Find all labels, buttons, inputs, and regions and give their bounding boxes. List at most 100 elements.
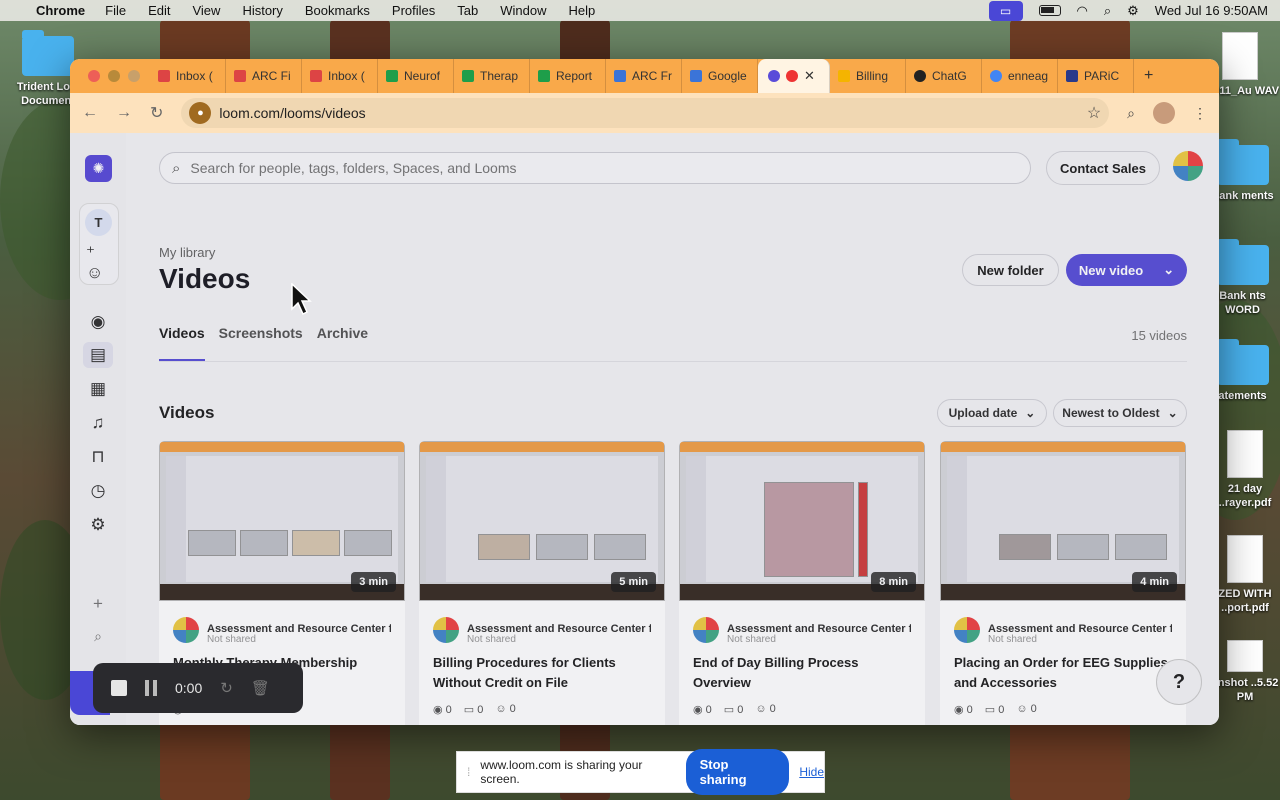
pause-recording-icon[interactable] bbox=[145, 680, 157, 696]
search-icon[interactable]: ⌕ bbox=[86, 624, 110, 648]
smile-icon: ☺ bbox=[755, 703, 770, 715]
video-thumbnail[interactable]: 5 min bbox=[419, 441, 665, 601]
delete-recording-icon[interactable]: 🗑 bbox=[251, 679, 270, 697]
menubar-app-name[interactable]: Chrome bbox=[36, 3, 85, 18]
more-menu-icon[interactable]: ⋮ bbox=[1193, 105, 1207, 122]
battery-icon[interactable] bbox=[1038, 5, 1061, 16]
share-status[interactable]: Not shared bbox=[727, 634, 776, 645]
bookmark-star-icon[interactable]: ☆ bbox=[1087, 103, 1101, 123]
profile-avatar-icon[interactable] bbox=[1153, 102, 1175, 124]
browser-tab[interactable]: Billing bbox=[830, 59, 906, 93]
settings-gear-icon[interactable]: ⚙ bbox=[86, 513, 110, 537]
sort-order-dropdown[interactable]: Newest to Oldest ⌄ bbox=[1053, 399, 1187, 427]
control-center-icon[interactable]: ⚙ bbox=[1127, 3, 1139, 19]
video-card[interactable]: 4 min Assessment and Resource Center f N… bbox=[940, 441, 1186, 725]
video-title[interactable]: Placing an Order for EEG Supplies and Ac… bbox=[954, 653, 1174, 693]
share-status[interactable]: Not shared bbox=[467, 634, 516, 645]
zoom-window-icon[interactable] bbox=[128, 70, 140, 82]
video-duration: 4 min bbox=[1132, 572, 1177, 592]
org-avatar[interactable] bbox=[1173, 151, 1203, 181]
back-arrow-icon[interactable]: ← bbox=[82, 104, 98, 122]
browser-tab[interactable]: Inbox ( bbox=[150, 59, 226, 93]
video-card[interactable]: 8 min Assessment and Resource Center f N… bbox=[679, 441, 925, 725]
video-thumbnail[interactable]: 3 min bbox=[159, 441, 405, 601]
microphone-icon[interactable]: ● bbox=[189, 102, 212, 124]
menubar-history[interactable]: History bbox=[242, 3, 282, 18]
browser-tab[interactable]: ChatG bbox=[906, 59, 982, 93]
new-folder-button[interactable]: New folder bbox=[962, 254, 1059, 286]
video-thumbnail[interactable]: 4 min bbox=[940, 441, 1186, 601]
bell-icon[interactable]: ♫ bbox=[86, 411, 110, 435]
forward-arrow-icon[interactable]: → bbox=[116, 104, 132, 122]
add-icon[interactable]: + bbox=[86, 592, 110, 616]
tab-screenshots[interactable]: Screenshots bbox=[219, 325, 303, 362]
browser-tab[interactable]: ARC Fr bbox=[606, 59, 682, 93]
stop-recording-icon[interactable] bbox=[111, 680, 127, 696]
pdf-file-icon bbox=[1227, 535, 1263, 583]
minimize-window-icon[interactable] bbox=[108, 70, 120, 82]
stop-sharing-button[interactable]: Stop sharing bbox=[685, 749, 790, 795]
help-button[interactable]: ? bbox=[1156, 659, 1202, 705]
browser-tab[interactable]: ARC Fi bbox=[226, 59, 302, 93]
address-bar[interactable]: ● loom.com/looms/videos ☆ bbox=[181, 98, 1110, 128]
browser-tab[interactable]: Google bbox=[682, 59, 758, 93]
browser-tab-active[interactable]: ✕ bbox=[758, 59, 830, 93]
chrome-window: Inbox ( ARC Fi Inbox ( Neurof Therap Rep… bbox=[70, 59, 1219, 725]
library-icon[interactable]: ▤ bbox=[83, 342, 113, 368]
close-window-icon[interactable] bbox=[88, 70, 100, 82]
wifi-icon[interactable]: ◠ bbox=[1077, 3, 1088, 19]
menubar-help[interactable]: Help bbox=[569, 3, 596, 18]
tab-archive[interactable]: Archive bbox=[317, 325, 368, 362]
billing-icon bbox=[838, 70, 850, 82]
menubar-tab[interactable]: Tab bbox=[457, 3, 478, 18]
browser-tab[interactable]: Therap bbox=[454, 59, 530, 93]
menubar-profiles[interactable]: Profiles bbox=[392, 3, 435, 18]
desktop-icon-label: atements bbox=[1218, 390, 1267, 402]
menubar-view[interactable]: View bbox=[192, 3, 220, 18]
loom-logo-icon[interactable]: ✺ bbox=[85, 155, 112, 182]
new-tab-button[interactable]: + bbox=[1134, 67, 1163, 85]
menubar-window[interactable]: Window bbox=[500, 3, 546, 18]
menubar-clock[interactable]: Wed Jul 16 9:50AM bbox=[1155, 3, 1268, 18]
desktop-file-report-pdf[interactable]: ZED WITH ..port.pdf bbox=[1210, 535, 1280, 615]
calendar-icon[interactable]: ▦ bbox=[86, 377, 110, 401]
clock-icon[interactable]: ◷ bbox=[86, 479, 110, 503]
profile-icon[interactable]: ◉ bbox=[86, 310, 110, 334]
video-card[interactable]: 5 min Assessment and Resource Center f N… bbox=[419, 441, 665, 725]
bookmark-icon[interactable]: ⊓ bbox=[86, 445, 110, 469]
browser-tab[interactable]: enneag bbox=[982, 59, 1058, 93]
hide-banner-link[interactable]: Hide bbox=[799, 765, 824, 779]
restart-recording-icon[interactable]: ↻ bbox=[220, 679, 233, 697]
lens-search-icon[interactable]: ⌕ bbox=[1127, 105, 1135, 122]
address-bar-url[interactable]: loom.com/looms/videos bbox=[219, 105, 1078, 121]
contact-sales-button[interactable]: Contact Sales bbox=[1046, 151, 1160, 185]
menubar-edit[interactable]: Edit bbox=[148, 3, 170, 18]
share-status[interactable]: Not shared bbox=[988, 634, 1037, 645]
menubar-bookmarks[interactable]: Bookmarks bbox=[305, 3, 370, 18]
workspace-avatar[interactable]: T bbox=[85, 209, 112, 236]
breadcrumb[interactable]: My library bbox=[159, 245, 215, 260]
desktop-file-prayer-pdf[interactable]: 21 day ..rayer.pdf bbox=[1210, 430, 1280, 510]
browser-tab[interactable]: PARiC bbox=[1058, 59, 1134, 93]
browser-tab[interactable]: Neurof bbox=[378, 59, 454, 93]
spotlight-search-icon[interactable]: ⌕ bbox=[1104, 3, 1111, 19]
close-tab-icon[interactable]: ✕ bbox=[804, 68, 815, 84]
menubar-file[interactable]: File bbox=[105, 3, 126, 18]
tab-videos[interactable]: Videos bbox=[159, 325, 205, 362]
invite-user-icon[interactable]: ⁺☺ bbox=[86, 243, 110, 282]
search-bar[interactable]: ⌕ Search for people, tags, folders, Spac… bbox=[159, 152, 1031, 184]
drag-handle-icon[interactable]: ⁞ bbox=[467, 765, 470, 779]
desktop-file-screenshot[interactable]: enshot ..5.52 PM bbox=[1210, 640, 1280, 704]
share-status[interactable]: Not shared bbox=[207, 634, 256, 645]
video-title[interactable]: End of Day Billing Process Overview bbox=[693, 653, 913, 693]
video-stats: ◉ 0 ▭ 0 ☺ 0 bbox=[433, 703, 516, 716]
tab-label: Report bbox=[556, 69, 593, 83]
upload-date-dropdown[interactable]: Upload date ⌄ bbox=[937, 399, 1047, 427]
browser-tab[interactable]: Report bbox=[530, 59, 606, 93]
video-thumbnail[interactable]: 8 min bbox=[679, 441, 925, 601]
browser-tab[interactable]: Inbox ( bbox=[302, 59, 378, 93]
screen-share-icon[interactable]: ▭ bbox=[988, 0, 1023, 21]
video-title[interactable]: Billing Procedures for Clients Without C… bbox=[433, 653, 653, 693]
reload-icon[interactable]: ↻ bbox=[150, 103, 163, 123]
new-video-button[interactable]: New video ⌄ bbox=[1066, 254, 1187, 286]
